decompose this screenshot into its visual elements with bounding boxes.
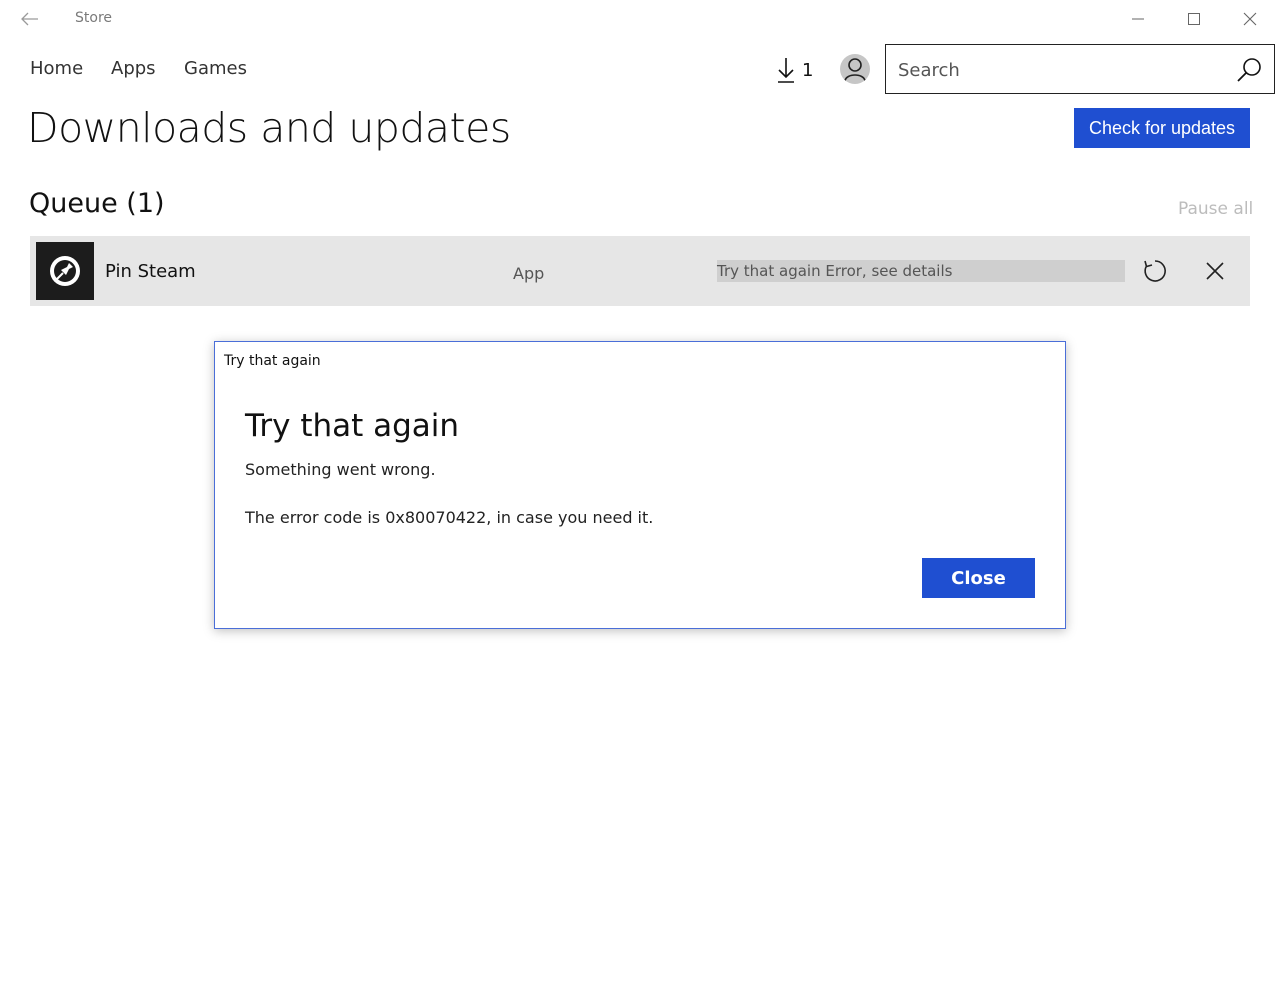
search-button[interactable]	[1232, 53, 1266, 87]
pause-all-button[interactable]: Pause all	[1178, 199, 1253, 219]
dialog-message: Something went wrong.	[245, 460, 436, 479]
maximize-icon	[1188, 13, 1200, 25]
app-type: App	[513, 264, 545, 283]
back-arrow-icon	[21, 12, 38, 26]
close-window-button[interactable]	[1222, 0, 1278, 38]
avatar[interactable]	[840, 54, 870, 84]
search-box	[885, 44, 1275, 94]
error-dialog: Try that again Try that again Something …	[214, 341, 1066, 629]
check-for-updates-button[interactable]: Check for updates	[1074, 108, 1250, 148]
queue-title: Queue (1)	[29, 188, 165, 219]
search-icon	[1237, 58, 1261, 82]
retry-button[interactable]	[1140, 256, 1170, 286]
status-progress-bar[interactable]: Try that again Error, see details	[717, 260, 1125, 282]
window-title: Store	[75, 10, 113, 26]
title-bar: Store	[0, 0, 1280, 38]
download-icon	[778, 58, 794, 83]
app-tile	[36, 242, 94, 300]
pin-icon	[50, 256, 80, 286]
retry-icon	[1144, 260, 1166, 282]
user-icon	[844, 58, 866, 81]
close-button[interactable]: Close	[922, 558, 1035, 598]
back-button[interactable]	[14, 4, 46, 34]
dialog-heading: Try that again	[245, 408, 460, 444]
status-text: Try that again Error, see details	[717, 262, 953, 280]
close-window-icon	[1243, 12, 1257, 26]
minimize-button[interactable]	[1110, 0, 1166, 38]
dialog-error-code: The error code is 0x80070422, in case yo…	[245, 508, 654, 527]
nav-games[interactable]: Games	[184, 58, 247, 79]
search-input[interactable]	[898, 57, 1228, 83]
queue-item[interactable]: Pin Steam App Try that again Error, see …	[30, 236, 1250, 306]
remove-button[interactable]	[1200, 256, 1230, 286]
dialog-caption: Try that again	[224, 353, 321, 369]
app-name: Pin Steam	[105, 261, 196, 282]
nav-apps[interactable]: Apps	[111, 58, 156, 79]
nav-home[interactable]: Home	[30, 58, 83, 79]
remove-icon	[1206, 262, 1224, 280]
page-title: Downloads and updates	[27, 104, 511, 152]
downloads-button[interactable]: 1	[776, 56, 813, 84]
minimize-icon	[1132, 18, 1144, 20]
downloads-count: 1	[802, 59, 814, 81]
maximize-button[interactable]	[1166, 0, 1222, 38]
